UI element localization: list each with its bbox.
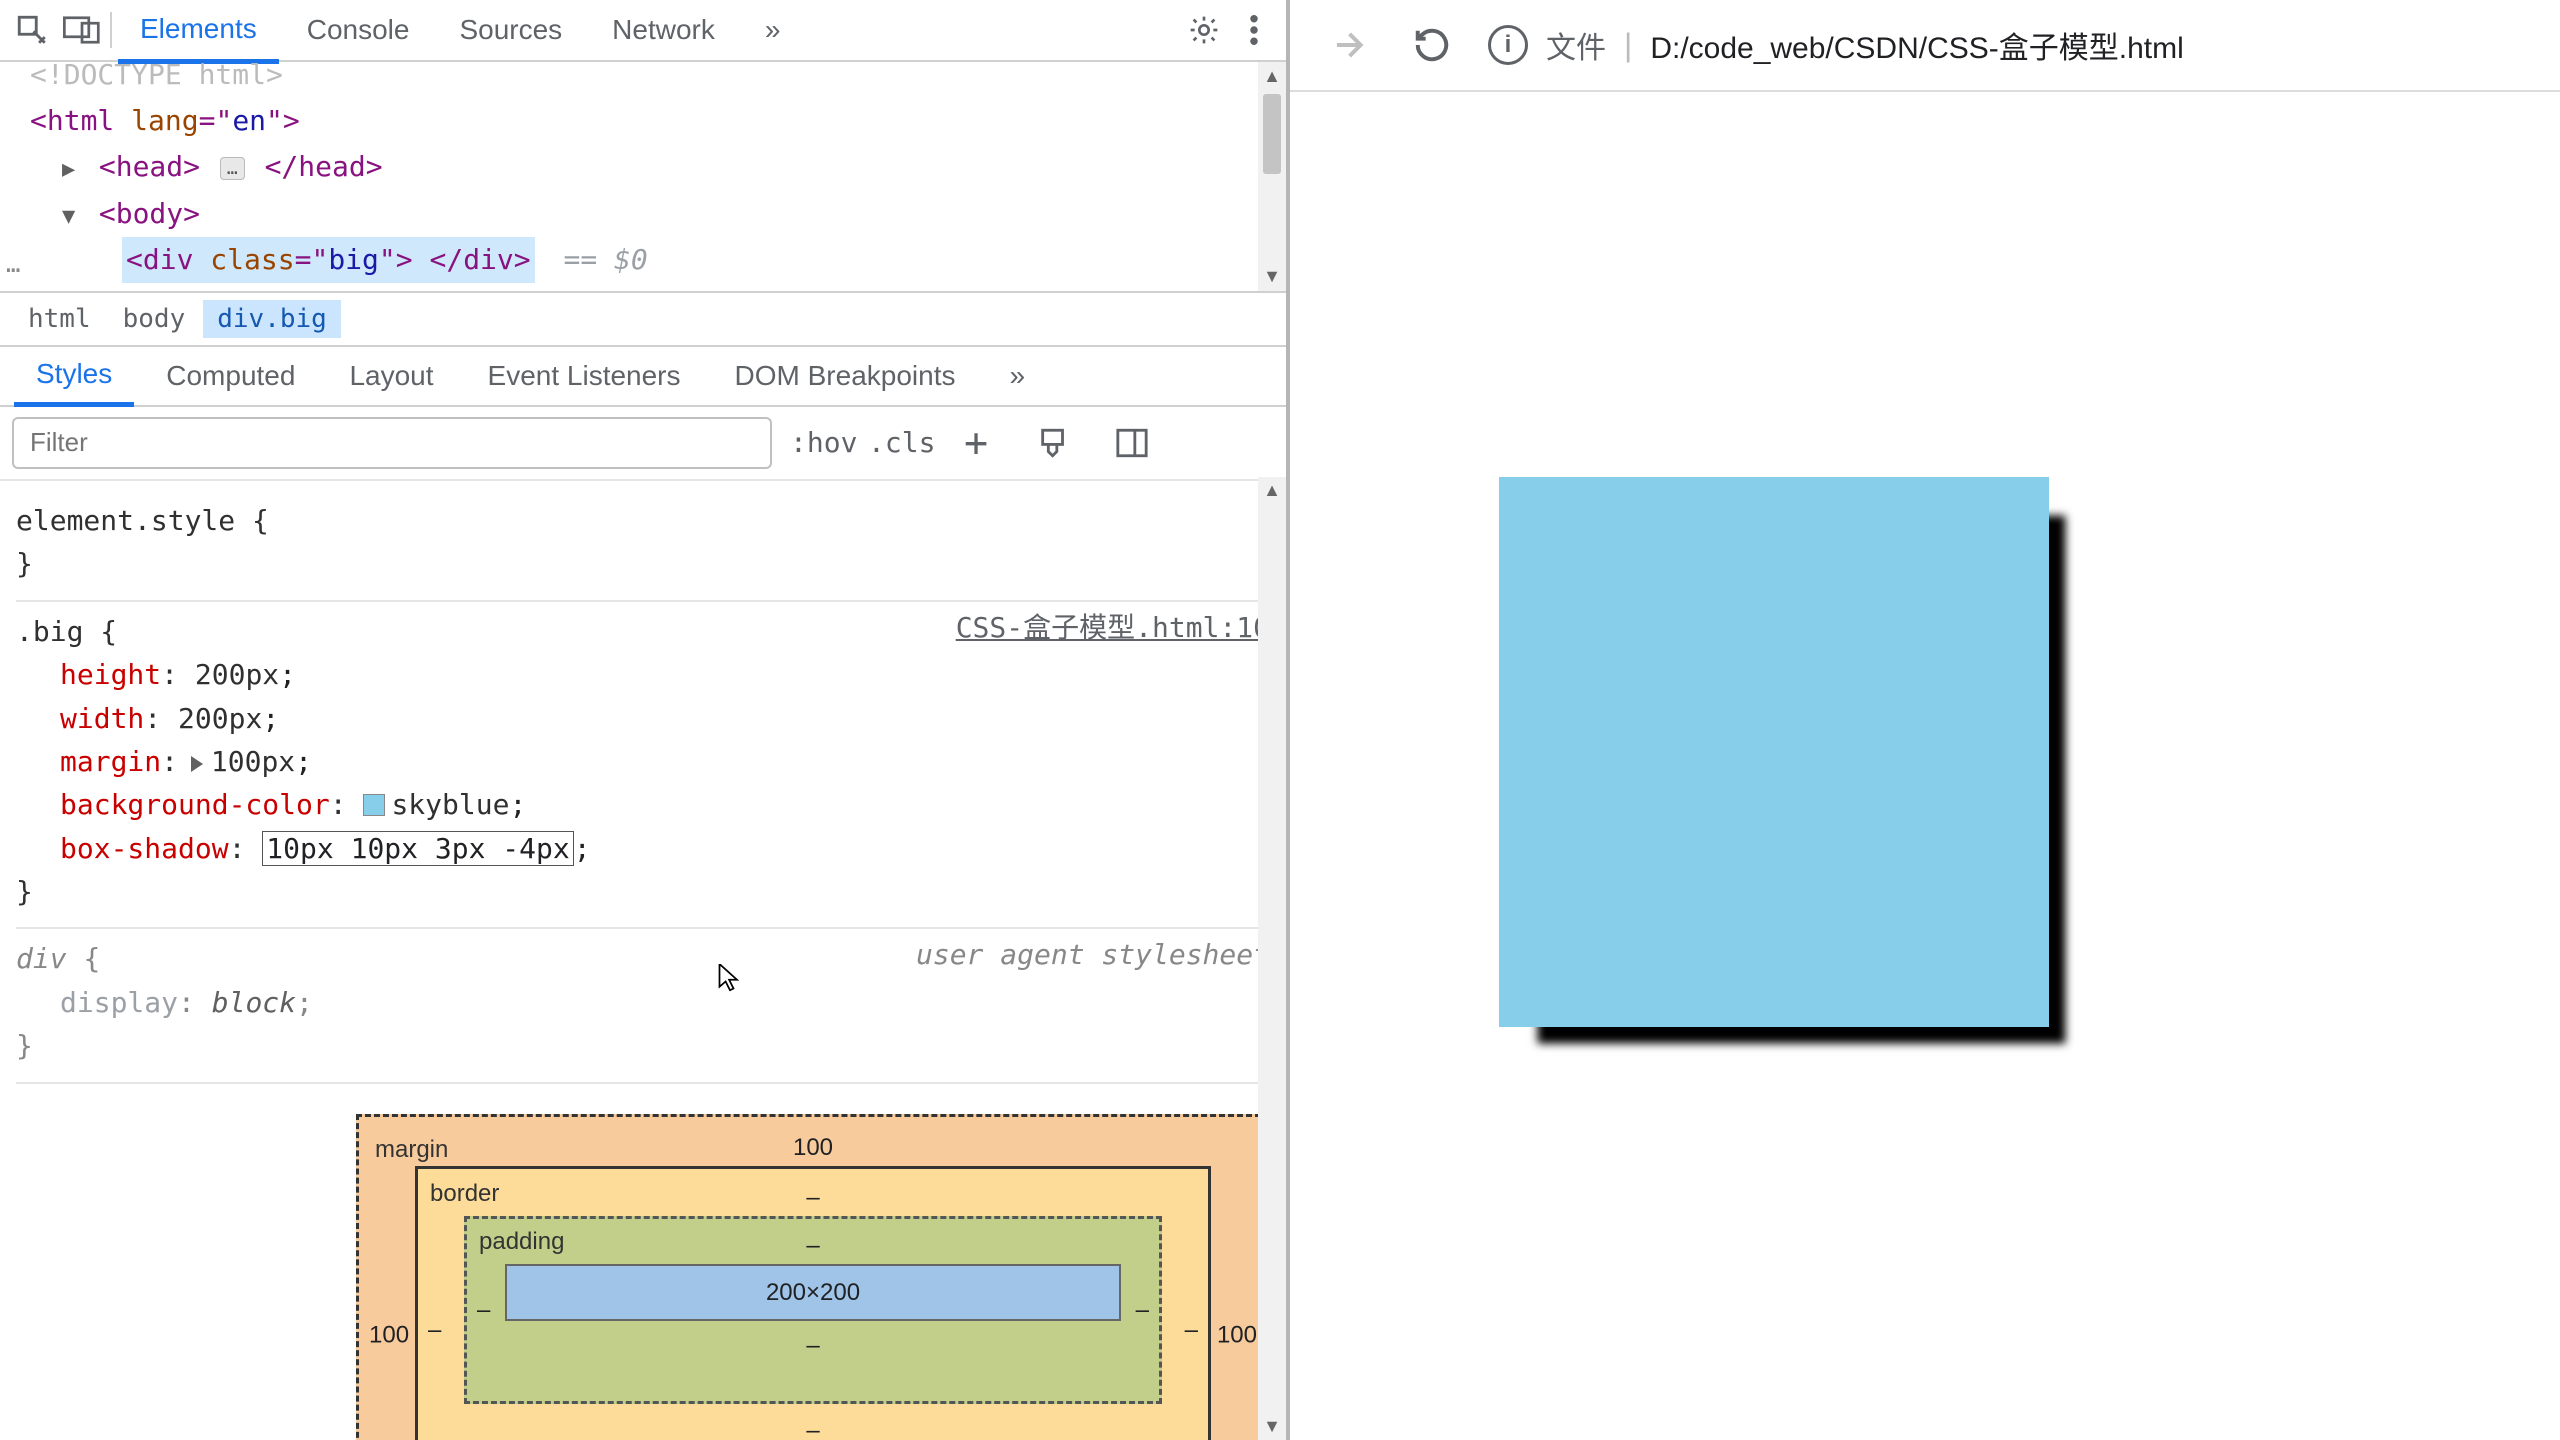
styles-pane: :hov .cls + element.style { } CSS-盒子模型.h… xyxy=(0,407,1286,1440)
expand-shorthand-icon[interactable] xyxy=(191,756,203,772)
forward-button[interactable] xyxy=(1320,17,1376,73)
scroll-down-icon[interactable]: ▼ xyxy=(1263,1412,1281,1440)
url-text: D:/code_web/CSDN/CSS-盒子模型.html xyxy=(1650,23,2183,67)
cls-toggle[interactable]: .cls xyxy=(868,426,928,459)
gear-icon[interactable] xyxy=(1182,8,1226,52)
breadcrumb-divbig[interactable]: div.big xyxy=(203,300,341,338)
scroll-thumb[interactable] xyxy=(1263,94,1281,174)
browser-pane: i 文件 | D:/code_web/CSDN/CSS-盒子模型.html xyxy=(1290,0,2560,1440)
device-toggle-icon[interactable] xyxy=(60,8,104,52)
bm-padding-top[interactable]: – xyxy=(505,1227,1121,1264)
breadcrumb-html[interactable]: html xyxy=(14,300,105,338)
prop-width[interactable]: width: 200px; xyxy=(16,697,1270,740)
editing-value[interactable]: 10px 10px 3px -4px xyxy=(262,831,573,866)
doctype-line: <!DOCTYPE html> xyxy=(30,62,1276,98)
reload-button[interactable] xyxy=(1404,17,1460,73)
page-viewport[interactable] xyxy=(1290,92,2560,1440)
bm-margin-label: margin xyxy=(375,1131,448,1168)
tab-sources[interactable]: Sources xyxy=(437,0,584,60)
rule-element-style[interactable]: element.style { } xyxy=(16,491,1270,602)
subtab-event-listeners[interactable]: Event Listeners xyxy=(466,348,703,404)
prop-display: display: block; xyxy=(16,981,1270,1024)
scroll-down-icon[interactable]: ▼ xyxy=(1263,263,1281,291)
subtab-dom-breakpoints[interactable]: DOM Breakpoints xyxy=(713,348,978,404)
selected-hint: == $0 xyxy=(563,243,647,276)
kebab-menu-icon[interactable] xyxy=(1232,8,1276,52)
url-divider: | xyxy=(1624,27,1632,64)
site-info-icon[interactable]: i xyxy=(1488,25,1528,65)
prop-background-color[interactable]: background-color: skyblue; xyxy=(16,783,1270,826)
bm-border-label: border xyxy=(430,1175,499,1212)
prop-height[interactable]: height: 200px; xyxy=(16,653,1270,696)
source-ua: user agent stylesheet xyxy=(916,933,1270,976)
bm-padding-bottom[interactable]: – xyxy=(505,1327,1121,1364)
styles-body[interactable]: element.style { } CSS-盒子模型.html:10 .big … xyxy=(0,481,1286,1440)
bm-margin-left[interactable]: 100 xyxy=(369,1316,409,1353)
tab-network[interactable]: Network xyxy=(590,0,737,60)
scroll-up-icon[interactable]: ▲ xyxy=(1263,477,1281,505)
breadcrumb: html body div.big xyxy=(0,291,1286,347)
color-swatch[interactable] xyxy=(363,794,385,816)
selector-element-style: element.style xyxy=(16,504,235,537)
devtools-topbar: Elements Console Sources Network » xyxy=(0,0,1286,62)
selector-div: div xyxy=(16,942,67,975)
ellipsis-badge[interactable]: … xyxy=(220,157,245,180)
bm-padding-label: padding xyxy=(479,1223,564,1260)
hov-toggle[interactable]: :hov xyxy=(790,426,850,459)
tab-console[interactable]: Console xyxy=(285,0,432,60)
devtools-panel: Elements Console Sources Network » <!DOC… xyxy=(0,0,1290,1440)
subtab-computed[interactable]: Computed xyxy=(144,348,317,404)
styles-subtabs: Styles Computed Layout Event Listeners D… xyxy=(0,347,1286,407)
prop-box-shadow[interactable]: box-shadow: 10px 10px 3px -4px; xyxy=(16,827,1270,870)
url-display[interactable]: i 文件 | D:/code_web/CSDN/CSS-盒子模型.html xyxy=(1488,23,2184,67)
head-line[interactable]: ▶ <head> … </head> xyxy=(30,144,1276,190)
subtabs-more[interactable]: » xyxy=(987,348,1047,404)
tab-elements[interactable]: Elements xyxy=(118,0,279,64)
dom-overflow-dots[interactable]: … xyxy=(6,245,22,285)
bm-border-left[interactable]: – xyxy=(428,1311,441,1348)
breadcrumb-body[interactable]: body xyxy=(109,300,200,338)
inspect-icon[interactable] xyxy=(10,8,54,52)
styles-filter-input[interactable] xyxy=(12,417,772,469)
bm-padding-right[interactable]: – xyxy=(1136,1291,1149,1328)
bm-padding-left[interactable]: – xyxy=(477,1291,490,1328)
bm-margin-right[interactable]: 100 xyxy=(1217,1316,1257,1353)
scroll-up-icon[interactable]: ▲ xyxy=(1263,62,1281,90)
bm-border-bottom[interactable]: – xyxy=(464,1412,1162,1440)
bm-border-right[interactable]: – xyxy=(1185,1311,1198,1348)
dom-tree[interactable]: <!DOCTYPE html> <html lang="en"> ▶ <head… xyxy=(0,62,1286,291)
selector-big[interactable]: .big xyxy=(16,615,83,648)
new-rule-button[interactable]: + xyxy=(946,420,1006,466)
bm-border-top[interactable]: – xyxy=(464,1179,1162,1216)
bm-margin-top[interactable]: 100 xyxy=(415,1129,1211,1166)
html-open[interactable]: <html lang="en"> xyxy=(30,98,1276,144)
brush-icon[interactable] xyxy=(1024,426,1084,460)
source-link[interactable]: CSS-盒子模型.html:10 xyxy=(956,606,1270,649)
body-open[interactable]: ▼ <body> xyxy=(30,191,1276,237)
tabs-more[interactable]: » xyxy=(743,0,803,60)
bm-content[interactable]: 200×200 xyxy=(505,1264,1121,1321)
rendered-big-div xyxy=(1499,477,2049,1027)
styles-scrollbar[interactable]: ▲ ▼ xyxy=(1258,477,1286,1440)
styles-toolbar: :hov .cls + xyxy=(0,407,1286,481)
rule-big[interactable]: CSS-盒子模型.html:10 .big { height: 200px; w… xyxy=(16,602,1270,930)
dom-scrollbar[interactable]: ▲ ▼ xyxy=(1258,62,1286,291)
panel-layout-icon[interactable] xyxy=(1102,426,1162,460)
selected-element[interactable]: <div class="big"> </div> == $0 xyxy=(30,237,1276,283)
prop-margin[interactable]: margin: 100px; xyxy=(16,740,1270,783)
rule-div-ua[interactable]: user agent stylesheet div { display: blo… xyxy=(16,929,1270,1083)
address-bar: i 文件 | D:/code_web/CSDN/CSS-盒子模型.html xyxy=(1290,0,2560,92)
subtab-styles[interactable]: Styles xyxy=(14,346,134,407)
subtab-layout[interactable]: Layout xyxy=(327,348,455,404)
url-prefix: 文件 xyxy=(1546,23,1606,67)
box-model-diagram[interactable]: margin 100 100 100 border – – – padding xyxy=(16,1084,1270,1440)
